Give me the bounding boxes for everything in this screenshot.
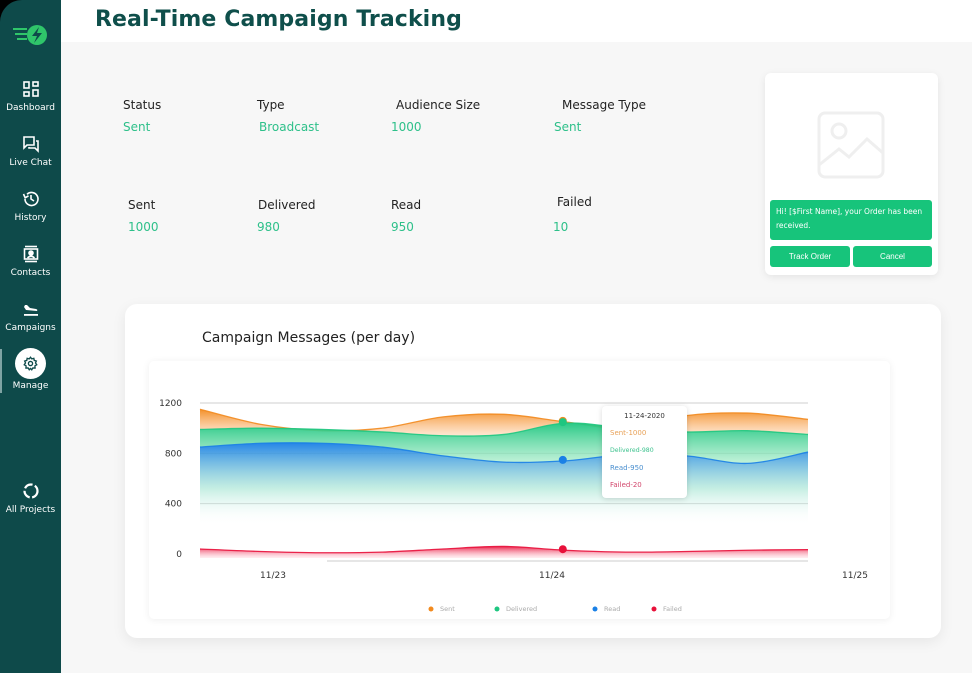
sidebar-item-dashboard[interactable]: Dashboard [0,80,61,130]
legend-dot-delivered [494,606,500,612]
stat-label: Status [123,98,162,112]
cancel-button[interactable]: Cancel [853,246,932,267]
tooltip-date: 11-24-2020 [624,412,665,420]
stat-value: Sent [554,120,582,134]
stat-sent: Sent 1000 [128,198,159,234]
stat-value: 1000 [128,220,159,234]
sidebar-item-label: Dashboard [6,103,55,113]
chart-title: Campaign Messages (per day) [202,330,416,346]
stat-label: Failed [557,195,592,209]
stat-label: Audience Size [396,98,481,112]
marker-failed [558,545,567,554]
message-preview-card: Hi! [$First Name], your Order has been r… [765,73,938,275]
page: Real-Time Campaign Tracking Dashboard Li… [0,0,972,673]
marker-read [558,455,567,464]
plane-icon [23,305,38,316]
stat-value: 10 [553,220,569,234]
sidebar-item-live-chat[interactable]: Live Chat [0,135,61,185]
stat-value: 980 [257,220,280,234]
area-chart[interactable]: 0 400 800 1200 11/23 11/24 11/25 Sent Delivered R… [149,361,890,619]
tooltip-failed: Failed-20 [610,481,642,489]
sidebar-item-label: Campaigns [5,323,56,333]
sidebar: Dashboard Live Chat History Contacts Cam… [0,0,61,673]
y-tick-label: 1200 [159,399,182,409]
stat-label: Delivered [258,198,316,212]
page-title: Real-Time Campaign Tracking [95,7,462,32]
legend-label-delivered: Delivered [506,605,537,613]
x-tick-label: 11/25 [842,571,868,581]
stat-type: Type Broadcast [257,98,319,134]
image-placeholder-icon [817,111,885,179]
stat-message-type: Message Type Sent [554,98,646,134]
sidebar-item-label: Live Chat [9,158,52,168]
dashboard-icon [22,81,39,97]
stat-label: Type [257,98,285,112]
header: Real-Time Campaign Tracking [61,0,972,42]
sidebar-item-contacts[interactable]: Contacts [0,245,61,295]
x-tick-label: 11/24 [539,571,565,581]
stat-label: Read [391,198,422,212]
sidebar-item-label: Contacts [10,268,51,278]
y-tick-label: 400 [165,500,182,510]
tooltip-read: Read-950 [610,464,644,472]
gear-icon [23,356,38,371]
history-icon [22,191,39,207]
loader-icon [22,483,39,499]
stat-status: Status Sent [123,98,161,134]
stat-value: Sent [123,120,151,134]
tooltip-delivered: Delivered-980 [610,447,654,454]
stat-value: Broadcast [259,120,320,134]
sidebar-item-label: Manage [12,381,49,391]
legend-dot-sent [428,606,434,612]
sidebar-item-all-projects[interactable]: All Projects [0,482,61,532]
legend-dot-failed [651,606,657,612]
message-bubble: Hi! [$First Name], your Order has been r… [770,200,932,240]
tooltip-sent: Sent-1000 [610,429,647,437]
sidebar-item-campaigns[interactable]: Campaigns [0,300,61,350]
sidebar-item-label: History [14,213,47,223]
stat-delivered: Delivered 980 [257,198,316,234]
legend-dot-read [592,606,598,612]
active-highlight [15,348,46,379]
track-order-button[interactable]: Track Order [770,246,850,267]
chart-container: 0 400 800 1200 11/23 11/24 11/25 Sent Delivered R… [149,361,890,619]
chart-card: Campaign Messages (per day) 0 400 800 1200 1… [125,304,941,638]
chat-icon [22,136,39,153]
legend-label-failed: Failed [663,605,682,613]
y-tick-label: 800 [165,449,182,459]
sidebar-item-manage[interactable]: Manage [0,348,61,398]
marker-delivered [558,418,567,427]
stat-failed: Failed 10 [553,195,592,234]
legend-label-sent: Sent [440,605,455,613]
stat-read: Read 950 [391,198,421,234]
sidebar-item-label: All Projects [5,505,56,515]
y-tick-label: 0 [176,550,182,560]
stat-label: Sent [128,198,156,212]
contacts-icon [23,245,38,263]
stat-value: 1000 [391,120,422,134]
legend-label-read: Read [604,605,620,613]
sidebar-item-history[interactable]: History [0,190,61,240]
x-tick-label: 11/23 [260,571,286,581]
logo[interactable] [13,24,49,46]
stat-audience-size: Audience Size 1000 [391,98,481,134]
stat-label: Message Type [562,98,646,112]
chart-tooltip: 11-24-2020 Sent-1000 Delivered-980 Read-… [602,406,687,498]
stat-value: 950 [391,220,414,234]
